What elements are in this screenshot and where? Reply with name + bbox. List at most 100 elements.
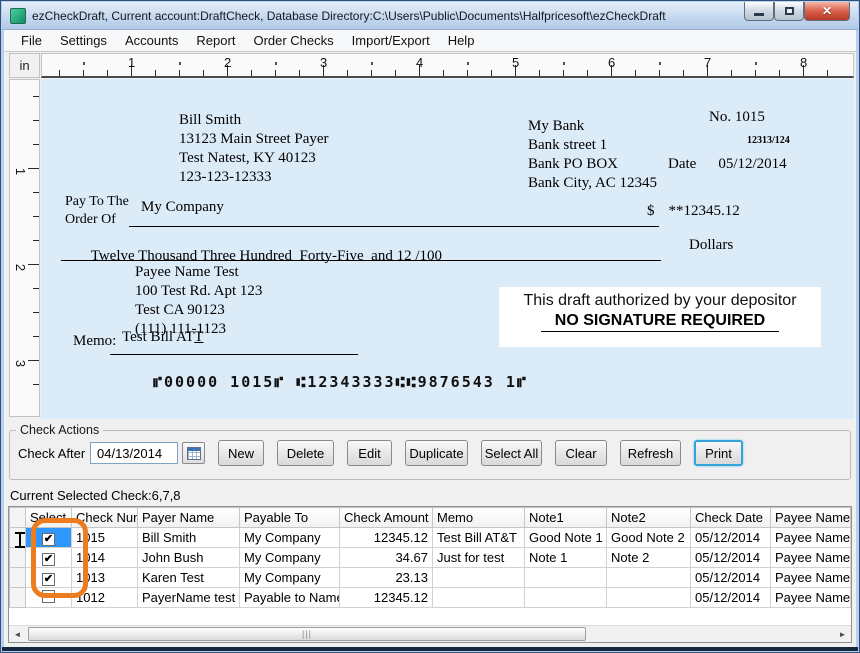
hruler-number: 8 (800, 55, 807, 70)
horizontal-ruler: 1 2 3 4 5 6 7 8 (41, 53, 854, 78)
table-row[interactable]: 1012 PayerName test Payable to Name 1234… (10, 588, 851, 608)
scroll-left-arrow-icon[interactable]: ◄ (9, 626, 26, 642)
vertical-ruler: 1 2 3 (9, 79, 40, 417)
menu-accounts[interactable]: Accounts (116, 31, 187, 50)
new-button[interactable]: New (218, 440, 264, 466)
close-button[interactable]: ✕ (804, 2, 850, 21)
amount-words-line: Twelve Thousand Three Hundred Forty-Five… (61, 231, 661, 261)
payer-address2: Test Natest, KY 40123 (179, 149, 329, 168)
col-check-num[interactable]: Check Num (72, 508, 138, 528)
print-button[interactable]: Print (694, 440, 743, 466)
ruler-unit-label: in (9, 53, 40, 78)
payee-name: Payee Name Test (135, 263, 262, 282)
no-signature-text: NO SIGNATURE REQUIRED (499, 312, 821, 330)
table-row[interactable]: ✔ 1014 John Bush My Company 34.67 Just f… (10, 548, 851, 568)
check-after-input[interactable] (90, 442, 178, 464)
col-payer-name[interactable]: Payer Name (138, 508, 240, 528)
bank-block: My Bank Bank street 1 Bank PO BOX Bank C… (528, 117, 657, 193)
scrollbar-thumb[interactable]: ||| (28, 627, 586, 641)
bank-address3: Bank City, AC 12345 (528, 174, 657, 193)
selected-checks-status: Current Selected Check:6,7,8 (10, 488, 181, 503)
groupbox-label: Check Actions (16, 423, 103, 437)
restore-button[interactable] (774, 2, 804, 21)
check-preview: Bill Smith 13123 Main Street Payer Test … (41, 79, 854, 419)
memo-value-underlined: T (194, 329, 203, 345)
dollars-label: Dollars (689, 237, 733, 254)
restore-icon (785, 7, 794, 15)
table-row[interactable]: ✔ 1015 Bill Smith My Company 12345.12 Te… (10, 528, 851, 548)
signature-line (541, 331, 779, 332)
calendar-icon (187, 447, 201, 460)
payee-address2: Test CA 90123 (135, 301, 262, 320)
hruler-number: 1 (128, 55, 135, 70)
scrollbar-track[interactable]: ||| (26, 626, 834, 642)
col-payee-name[interactable]: Payee Name (771, 508, 851, 528)
col-check-amount[interactable]: Check Amount (340, 508, 433, 528)
menu-report[interactable]: Report (187, 31, 244, 50)
menu-help[interactable]: Help (439, 31, 484, 50)
window-bottom-edge (2, 647, 858, 651)
hruler-number: 5 (512, 55, 519, 70)
col-note1[interactable]: Note1 (525, 508, 607, 528)
hruler-number: 2 (224, 55, 231, 70)
delete-button[interactable]: Delete (277, 440, 334, 466)
payee-block: Payee Name Test 100 Test Rd. Apt 123 Tes… (135, 263, 262, 339)
menu-import-export[interactable]: Import/Export (343, 31, 439, 50)
check-actions-panel: Check Actions Check After New Delete Edi… (4, 421, 856, 484)
row-header-column (10, 508, 26, 528)
vruler-number: 3 (13, 360, 28, 367)
close-icon: ✕ (822, 4, 832, 18)
authorization-box: This draft authorized by your depositor … (499, 287, 821, 347)
memo-value: Test Bill AT (122, 329, 194, 345)
app-window: ezCheckDraft, Current account:DraftCheck… (0, 0, 860, 653)
table-header-row: Select Check Num Payer Name Payable To C… (10, 508, 851, 528)
col-note2[interactable]: Note2 (607, 508, 691, 528)
window-controls: ✕ (744, 2, 850, 21)
row-checkbox[interactable]: ✔ (42, 573, 55, 586)
menu-order-checks[interactable]: Order Checks (244, 31, 342, 50)
row-checkbox[interactable]: ✔ (42, 533, 55, 546)
scroll-right-arrow-icon[interactable]: ► (834, 626, 851, 642)
row-checkbox[interactable] (42, 590, 55, 603)
table-row[interactable]: ✔ 1013 Karen Test My Company 23.13 05/12… (10, 568, 851, 588)
calendar-button[interactable] (182, 442, 205, 464)
check-date-row: Date 05/12/2014 (668, 156, 787, 173)
select-all-button[interactable]: Select All (481, 440, 542, 466)
check-actions-groupbox: Check Actions Check After New Delete Edi… (9, 423, 851, 480)
duplicate-button[interactable]: Duplicate (405, 440, 468, 466)
select-cell: ✔ (26, 548, 72, 568)
actions-row: Check After New Delete Edit Duplicate Se… (10, 437, 850, 466)
date-value: 05/12/2014 (718, 156, 786, 173)
app-icon (10, 8, 26, 24)
clear-button[interactable]: Clear (555, 440, 607, 466)
payer-phone: 123-123-12333 (179, 168, 329, 187)
col-memo[interactable]: Memo (433, 508, 525, 528)
select-cell: ✔ (26, 568, 72, 588)
memo-line: Test Bill ATT (110, 329, 358, 355)
hruler-number: 3 (320, 55, 327, 70)
authorization-text: This draft authorized by your depositor (499, 292, 821, 310)
col-payable-to[interactable]: Payable To (240, 508, 340, 528)
vruler-number: 2 (13, 264, 28, 271)
row-checkbox[interactable]: ✔ (42, 553, 55, 566)
minimize-button[interactable] (744, 2, 774, 21)
col-select[interactable]: Select (26, 508, 72, 528)
hruler-number: 4 (416, 55, 423, 70)
minimize-icon (754, 13, 764, 16)
horizontal-scrollbar[interactable]: ◄ ||| ► (9, 625, 851, 642)
bank-fraction: 12313/124 (747, 135, 790, 146)
edit-button[interactable]: Edit (347, 440, 392, 466)
amount-numeric: **12345.12 (669, 203, 740, 220)
window-title: ezCheckDraft, Current account:DraftCheck… (32, 9, 666, 23)
col-check-date[interactable]: Check Date (691, 508, 771, 528)
currency-symbol: $ (647, 203, 655, 220)
refresh-button[interactable]: Refresh (620, 440, 681, 466)
date-label: Date (668, 156, 696, 173)
menu-file[interactable]: File (12, 31, 51, 50)
menu-settings[interactable]: Settings (51, 31, 116, 50)
check-number: No. 1015 (709, 109, 765, 126)
payable-to-value: My Company (141, 199, 224, 215)
micr-line: ⑈00000 1015⑈ ⑆12343333⑆⑆9876543 1⑈ (153, 373, 528, 391)
payer-name: Bill Smith (179, 111, 329, 130)
pay-to-label: Pay To The Order Of (65, 193, 129, 229)
